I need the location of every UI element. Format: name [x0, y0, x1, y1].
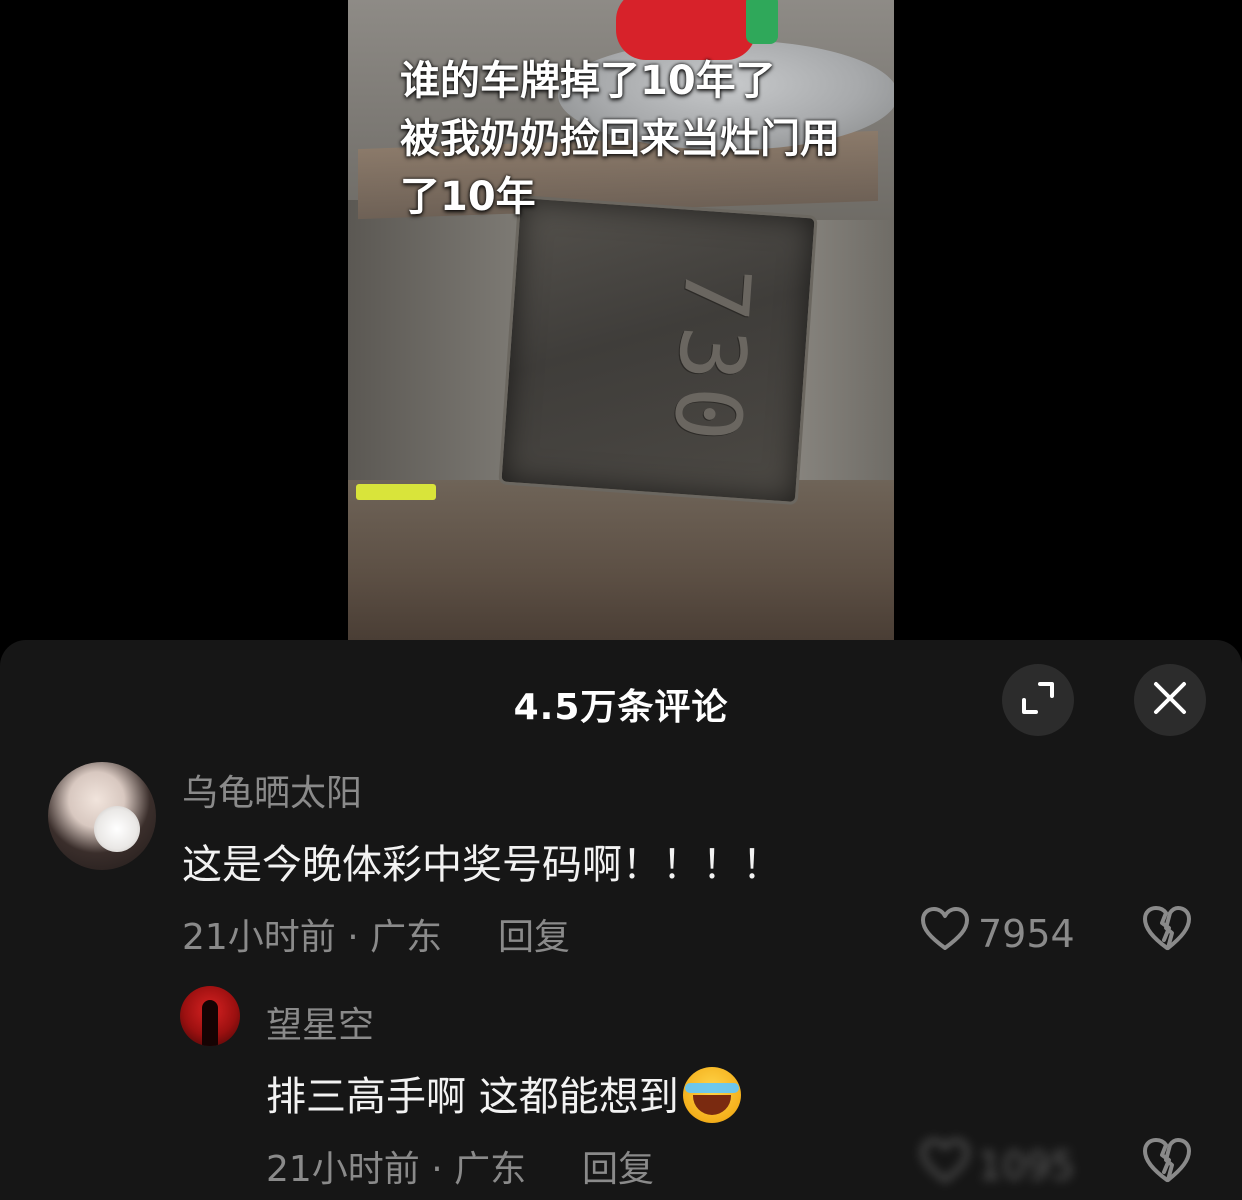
caption-line: 谁的车牌掉了10年了 [400, 58, 776, 104]
comment-username[interactable]: 望星空 [266, 996, 374, 1048]
plate-characters: 730 [652, 263, 770, 451]
comments-sheet: 4.5万条评论 乌龟晒太阳 这是今晚体彩中奖号码啊！！！！ 21小时前 · 广东… [0, 640, 1242, 1200]
heart-icon [920, 1138, 970, 1193]
avatar[interactable] [48, 762, 156, 870]
scene-floor [348, 480, 894, 640]
like-count: 1095 [978, 1143, 1075, 1188]
broken-heart-icon [1142, 1138, 1192, 1188]
caption-line: 被我奶奶捡回来当灶门用 [400, 116, 840, 162]
comment-meta: 21小时前 · 广东 [266, 1149, 527, 1190]
avatar-cat [94, 806, 140, 852]
comment-meta: 21小时前 · 广东 [182, 917, 443, 958]
red-object [616, 0, 756, 60]
avatar-figure [202, 1000, 218, 1046]
broken-heart-icon [1142, 906, 1192, 956]
dislike-button[interactable] [1142, 1136, 1192, 1188]
lighter [356, 484, 436, 500]
comment-text-content: 排三高手啊 这都能想到 [266, 1074, 679, 1120]
reply-button[interactable]: 回复 [582, 1140, 654, 1192]
like-count: 7954 [978, 911, 1075, 956]
comment-text: 排三高手啊 这都能想到 [266, 1064, 741, 1127]
caption-line: 了10年 [400, 174, 536, 220]
reply-button[interactable]: 回复 [498, 908, 570, 960]
close-icon [1153, 681, 1187, 719]
avatar[interactable] [180, 986, 240, 1046]
crying-laughing-emoji-icon [682, 1067, 741, 1123]
video-frame[interactable]: 730 谁的车牌掉了10年了 被我奶奶捡回来当灶门用 了10年 [348, 0, 894, 640]
like-button[interactable]: 1095 [920, 1138, 1075, 1193]
dislike-button[interactable] [1142, 904, 1192, 956]
close-button[interactable] [1134, 664, 1206, 736]
green-object [746, 0, 778, 44]
video-player[interactable]: 730 谁的车牌掉了10年了 被我奶奶捡回来当灶门用 了10年 [0, 0, 1242, 640]
scene-wall [348, 200, 518, 500]
expand-button[interactable] [1002, 664, 1074, 736]
comment-username[interactable]: 乌龟晒太阳 [182, 764, 362, 816]
heart-icon [920, 906, 970, 961]
video-caption: 谁的车牌掉了10年了 被我奶奶捡回来当灶门用 了10年 [400, 52, 880, 226]
like-button[interactable]: 7954 [920, 906, 1075, 961]
expand-icon [1020, 680, 1056, 720]
comment-text: 这是今晚体彩中奖号码啊！！！！ [182, 842, 782, 888]
license-plate: 730 [498, 194, 818, 506]
